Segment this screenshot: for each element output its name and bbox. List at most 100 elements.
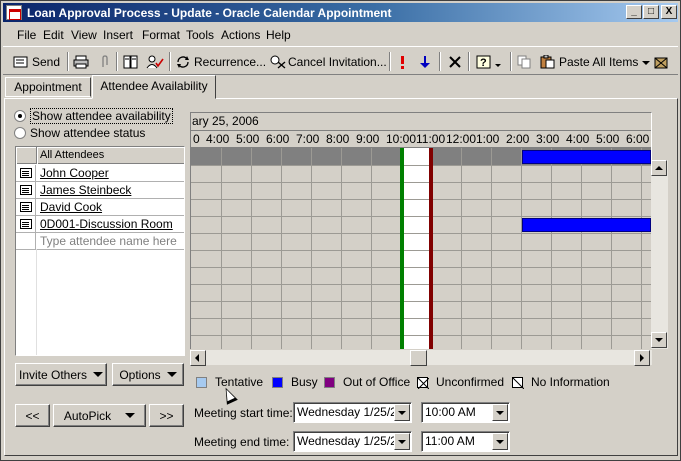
menu-tools[interactable]: Tools (186, 28, 214, 42)
start-date-value: Wednesday 1/25/20 (297, 405, 404, 419)
attendee-name[interactable]: 0D001-Discussion Room (40, 217, 173, 231)
print-button[interactable] (73, 52, 92, 72)
availability-radio[interactable] (14, 110, 26, 122)
grid-line (341, 148, 342, 350)
time-tick: 8:00 (326, 132, 350, 146)
toolbar-separator (116, 52, 118, 71)
attendee-name[interactable]: John Cooper (40, 166, 109, 180)
paste-all-button[interactable]: Paste All (540, 52, 606, 72)
recurrence-icon (175, 55, 191, 69)
send-button[interactable]: Send (13, 52, 60, 72)
scroll-left-button[interactable] (190, 350, 206, 366)
dropdown-arrow-icon[interactable] (394, 404, 410, 421)
free-busy-grid[interactable]: ary 25, 2006 0 4:00 5:00 6:00 7:00 8:00 … (190, 112, 652, 365)
autopick-previous-button[interactable]: << (15, 404, 50, 427)
time-tick: 4:00 (566, 132, 590, 146)
calendar-app-icon[interactable] (6, 5, 22, 20)
cancel-invitation-label: Cancel Invitation... (288, 55, 387, 69)
legend-unconfirmed: Unconfirmed (417, 375, 504, 389)
attendee-row[interactable]: James Steinbeck (16, 182, 184, 199)
scroll-right-button[interactable] (634, 350, 650, 366)
meeting-time-slot[interactable] (403, 148, 431, 350)
cancel-invitation-button[interactable]: Cancel Invitation... (269, 52, 387, 72)
grid-line (311, 148, 312, 350)
attendee-row[interactable]: John Cooper (16, 165, 184, 182)
dropdown-arrow-icon[interactable] (492, 433, 508, 450)
high-priority-button[interactable] (397, 52, 410, 72)
exclamation-icon (397, 55, 407, 69)
show-availability-option[interactable]: Show attendee availability (14, 108, 173, 124)
address-book-button[interactable] (123, 52, 142, 72)
end-time-combo[interactable]: 11:00 AM (421, 431, 510, 452)
scroll-down-button[interactable] (651, 332, 667, 348)
horizontal-scrollbar[interactable] (190, 349, 652, 366)
start-time-combo[interactable]: 10:00 AM (421, 402, 510, 423)
new-attendee-row[interactable]: Type attendee name here (16, 233, 184, 250)
grid-line (191, 233, 651, 234)
end-date-combo[interactable]: Wednesday 1/25/20 (293, 431, 412, 452)
new-attendee-input[interactable]: Type attendee name here (40, 234, 177, 248)
menu-edit[interactable]: Edit (43, 28, 64, 42)
copy-button[interactable] (517, 52, 536, 72)
show-status-option[interactable]: Show attendee status (14, 126, 145, 140)
recurrence-label: Recurrence... (194, 55, 267, 69)
menu-insert[interactable]: Insert (103, 28, 133, 42)
menu-file[interactable]: File (17, 28, 36, 42)
meeting-start-marker[interactable] (400, 148, 404, 350)
delete-button[interactable] (447, 52, 466, 72)
invite-others-button[interactable]: Invite Others (15, 363, 107, 386)
all-attendees-header[interactable]: All Attendees (36, 147, 184, 164)
help-button[interactable]: ? (476, 52, 504, 72)
attach-button[interactable] (97, 52, 116, 72)
toolbar-separator (389, 52, 391, 71)
maximize-button[interactable]: □ (643, 5, 659, 19)
autopick-next-button[interactable]: >> (149, 404, 184, 427)
grid-line (641, 148, 642, 350)
time-tick: 0 (193, 132, 200, 146)
time-tick: 1:00 (476, 132, 500, 146)
attendee-row[interactable]: David Cook (16, 199, 184, 216)
chevron-down-icon (125, 413, 136, 418)
cancel-invitation-icon (269, 55, 286, 69)
menu-help[interactable]: Help (266, 28, 291, 42)
check-names-button[interactable] (146, 52, 165, 72)
menu-view[interactable]: View (71, 28, 97, 42)
autopick-label: AutoPick (63, 408, 112, 423)
dropdown-arrow-icon[interactable] (492, 404, 508, 421)
no-information-swatch (512, 376, 524, 389)
attendee-type-cell (16, 216, 36, 232)
autopick-button[interactable]: AutoPick (53, 404, 146, 427)
legend-out-of-office: Out of Office (324, 375, 410, 389)
down-arrow-icon (419, 55, 431, 69)
status-radio[interactable] (14, 127, 26, 139)
close-button[interactable]: X (661, 5, 677, 19)
tab-attendee-availability[interactable]: Attendee Availability (92, 75, 216, 99)
attendee-name[interactable]: David Cook (40, 200, 102, 214)
start-date-combo[interactable]: Wednesday 1/25/20 (293, 402, 412, 423)
low-priority-button[interactable] (419, 52, 434, 72)
options-button[interactable]: Options (112, 363, 184, 386)
recurrence-button[interactable]: Recurrence... (175, 52, 266, 72)
menu-actions[interactable]: Actions (221, 28, 260, 42)
scroll-thumb[interactable] (410, 350, 427, 366)
items-menu-button[interactable]: Items (609, 52, 653, 72)
check-names-icon (146, 55, 164, 69)
time-header: 0 4:00 5:00 6:00 7:00 8:00 9:00 10:00 11… (191, 131, 651, 148)
grid-line (191, 250, 651, 251)
tools-button[interactable] (653, 52, 672, 72)
meeting-end-marker[interactable] (429, 148, 433, 350)
attendee-list: All Attendees John Cooper James Steinbec… (15, 146, 185, 356)
attendee-row[interactable]: 0D001-Discussion Room (16, 216, 184, 233)
dropdown-arrow-icon[interactable] (394, 433, 410, 450)
attendee-name[interactable]: James Steinbeck (40, 183, 131, 197)
toolbar-separator (468, 52, 470, 71)
scroll-up-button[interactable] (651, 160, 667, 176)
grid-line (191, 199, 651, 200)
arrow-up-icon (655, 166, 663, 170)
vertical-scrollbar[interactable] (651, 160, 668, 349)
tab-appointment[interactable]: Appointment (5, 77, 91, 97)
minimize-button[interactable]: _ (626, 5, 642, 19)
availability-area[interactable] (191, 148, 651, 350)
time-tick: 3:00 (536, 132, 560, 146)
menu-format[interactable]: Format (142, 28, 180, 42)
